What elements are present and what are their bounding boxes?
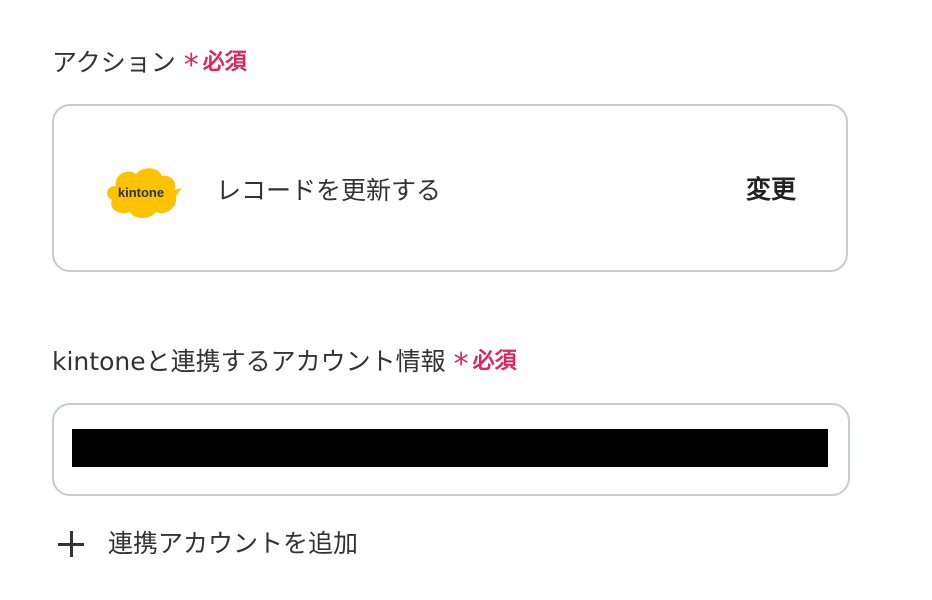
account-select[interactable] xyxy=(52,403,850,496)
required-badge: 必須 xyxy=(202,50,247,75)
required-badge: 必須 xyxy=(472,349,517,374)
add-account-button[interactable]: 連携アカウントを追加 xyxy=(58,524,358,564)
required-asterisk: * xyxy=(183,48,199,83)
change-action-button[interactable]: 変更 xyxy=(742,170,800,210)
account-label-text: kintoneと連携するアカウント情報 xyxy=(52,347,446,376)
action-label-text: アクション xyxy=(52,48,176,77)
redacted-account-value xyxy=(72,429,828,467)
account-field-label: kintoneと連携するアカウント情報 * 必須 xyxy=(52,347,517,382)
kintone-logo-text: kintone xyxy=(118,185,164,200)
action-field-label: アクション * 必須 xyxy=(52,48,247,83)
add-account-label: 連携アカウントを追加 xyxy=(108,529,359,558)
kintone-logo-icon: kintone xyxy=(104,164,182,220)
required-asterisk: * xyxy=(453,347,469,382)
action-name: レコードを更新する xyxy=(216,176,442,205)
action-card: kintone レコードを更新する 変更 xyxy=(52,104,848,272)
plus-icon xyxy=(58,531,84,557)
